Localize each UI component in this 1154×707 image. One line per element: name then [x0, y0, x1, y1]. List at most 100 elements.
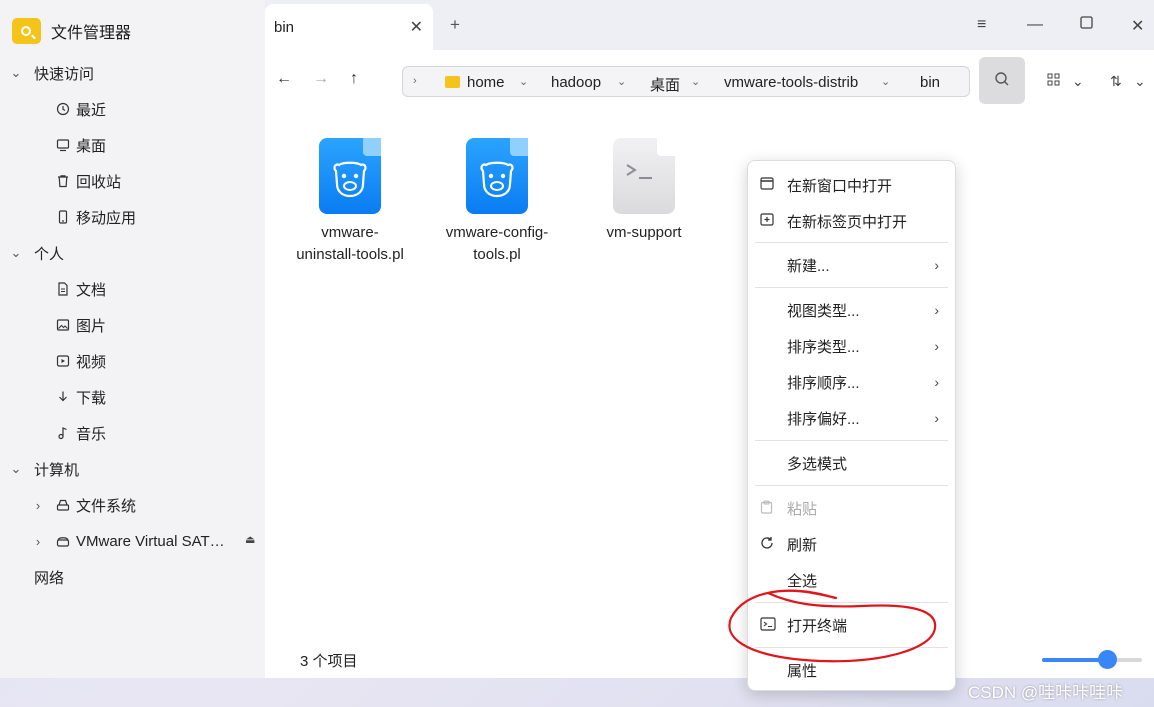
breadcrumb-desktop[interactable]: 桌面	[650, 74, 680, 95]
close-icon[interactable]: ✕	[410, 17, 423, 37]
file-name-line: vmware-	[321, 224, 379, 241]
sidebar-item-network[interactable]: 网络	[34, 565, 64, 589]
grid-view-icon[interactable]	[1047, 73, 1060, 89]
menu-item-sort-type[interactable]: 排序类型... ›	[748, 328, 955, 364]
sidebar-item-label: 最近	[76, 101, 107, 119]
sidebar-item-label: 桌面	[76, 137, 107, 155]
sidebar-item-documents[interactable]: 文档	[54, 277, 106, 301]
sidebar-item-recent[interactable]: 最近	[54, 97, 106, 121]
sidebar-item-label: 音乐	[76, 425, 107, 443]
chevron-down-icon[interactable]: ⌄	[1134, 73, 1146, 90]
drive-icon	[54, 498, 72, 512]
menu-icon[interactable]: ≡	[977, 16, 986, 34]
menu-item-open-new-tab[interactable]: 在新标签页中打开	[748, 203, 955, 239]
sidebar-group-computer[interactable]: ⌄ 计算机	[8, 457, 79, 481]
chevron-right-icon[interactable]: ›	[30, 534, 46, 549]
tab-label: bin	[274, 18, 295, 36]
sidebar-item-music[interactable]: 音乐	[54, 421, 106, 445]
menu-item-view-type[interactable]: 视图类型... ›	[748, 292, 955, 328]
sidebar-group-label: 计算机	[34, 461, 80, 479]
sidebar-item-trash[interactable]: 回收站	[54, 169, 121, 193]
breadcrumb-bin[interactable]: bin	[920, 74, 940, 91]
menu-item-properties[interactable]: 属性	[748, 652, 955, 688]
close-window-icon[interactable]: ✕	[1131, 16, 1144, 36]
file-item[interactable]: vmware- uninstall-tools.pl	[285, 138, 415, 266]
file-item[interactable]: vmware-config- tools.pl	[432, 138, 562, 266]
menu-label: 全选	[787, 572, 818, 590]
chevron-down-icon[interactable]: ⌄	[691, 75, 700, 88]
chevron-down-icon[interactable]: ⌄	[1072, 73, 1084, 90]
forward-icon[interactable]: →	[313, 70, 329, 88]
maximize-icon[interactable]	[1080, 16, 1093, 34]
menu-item-open-new-window[interactable]: 在新窗口中打开	[748, 167, 955, 203]
file-manager-logo-icon	[12, 18, 41, 44]
sidebar-group-quick-access[interactable]: ⌄ 快速访问	[8, 61, 94, 85]
chevron-down-icon[interactable]: ⌄	[8, 65, 24, 81]
download-icon	[54, 390, 72, 404]
breadcrumb-vmware-tools-distrib[interactable]: vmware-tools-distrib	[724, 74, 858, 91]
menu-label: 排序顺序...	[787, 374, 860, 392]
menu-item-sort-order[interactable]: 排序顺序... ›	[748, 364, 955, 400]
tab-bin[interactable]: bin ✕	[265, 4, 433, 50]
menu-item-new[interactable]: 新建... ›	[748, 247, 955, 283]
sidebar-item-label: 网络	[34, 569, 65, 587]
menu-separator	[755, 440, 948, 441]
menu-item-refresh[interactable]: 刷新	[748, 526, 955, 562]
sidebar-group-personal[interactable]: ⌄ 个人	[8, 241, 64, 265]
chevron-right-icon[interactable]: ›	[413, 75, 417, 87]
eject-icon[interactable]: ⏏	[245, 533, 255, 546]
new-window-icon	[760, 177, 774, 193]
zoom-slider[interactable]	[1042, 658, 1142, 662]
picture-icon	[54, 318, 72, 332]
menu-label: 多选模式	[787, 455, 848, 473]
breadcrumb-home[interactable]: home	[467, 74, 505, 91]
up-icon[interactable]: ↑	[350, 70, 358, 88]
chevron-down-icon[interactable]: ⌄	[8, 461, 24, 477]
menu-item-open-terminal[interactable]: 打开终端	[748, 607, 955, 643]
sidebar-item-vmware-disk[interactable]: › VMware Virtual SAT…	[30, 529, 225, 553]
refresh-icon	[760, 536, 774, 553]
music-icon	[54, 426, 72, 440]
chevron-down-icon[interactable]: ⌄	[881, 75, 890, 88]
sidebar-item-videos[interactable]: 视频	[54, 349, 106, 373]
sort-icon[interactable]: ⇅	[1110, 73, 1122, 90]
zoom-slider-handle[interactable]	[1098, 650, 1117, 669]
breadcrumb-hadoop[interactable]: hadoop	[551, 74, 601, 91]
sidebar-item-label: 图片	[76, 317, 107, 335]
chevron-down-icon[interactable]: ⌄	[519, 75, 528, 88]
menu-item-sort-preference[interactable]: 排序偏好... ›	[748, 400, 955, 436]
sidebar-item-pictures[interactable]: 图片	[54, 313, 106, 337]
desktop-icon	[54, 138, 72, 152]
add-tab-button[interactable]: +	[450, 15, 460, 35]
clock-icon	[54, 102, 72, 116]
menu-separator	[755, 287, 948, 288]
search-button[interactable]	[979, 57, 1025, 104]
perl-script-icon	[319, 138, 381, 214]
minimize-icon[interactable]: —	[1027, 16, 1043, 34]
menu-separator	[755, 485, 948, 486]
shell-script-icon	[613, 138, 675, 214]
chevron-right-icon: ›	[934, 374, 939, 390]
menu-label: 打开终端	[787, 617, 848, 635]
tab-bar: bin ✕ + ≡ — ✕	[265, 0, 1154, 50]
chevron-down-icon[interactable]: ⌄	[8, 245, 24, 261]
sidebar-item-desktop[interactable]: 桌面	[54, 133, 106, 157]
file-name-line: vmware-config-	[445, 224, 549, 241]
sidebar-item-filesystem[interactable]: › 文件系统	[30, 493, 136, 517]
breadcrumb[interactable]: › home ⌄ hadoop ⌄ 桌面 ⌄ vmware-tools-dist…	[402, 66, 970, 97]
sidebar-group-label: 快速访问	[34, 65, 95, 83]
chevron-right-icon[interactable]: ›	[30, 498, 46, 513]
sidebar-item-downloads[interactable]: 下载	[54, 385, 106, 409]
app-header: 文件管理器	[12, 18, 131, 44]
file-name-line: tools.pl	[473, 246, 521, 263]
menu-item-select-all[interactable]: 全选	[748, 562, 955, 598]
sidebar-item-mobile-apps[interactable]: 移动应用	[54, 205, 136, 229]
file-item[interactable]: vm-support	[579, 138, 709, 244]
back-icon[interactable]: ←	[276, 70, 292, 88]
menu-separator	[755, 602, 948, 603]
chevron-down-icon[interactable]: ⌄	[617, 75, 626, 88]
menu-item-paste[interactable]: 粘贴	[748, 490, 955, 526]
menu-item-multi-select[interactable]: 多选模式	[748, 445, 955, 481]
menu-label: 刷新	[787, 536, 818, 554]
menu-label: 在新窗口中打开	[787, 177, 893, 195]
